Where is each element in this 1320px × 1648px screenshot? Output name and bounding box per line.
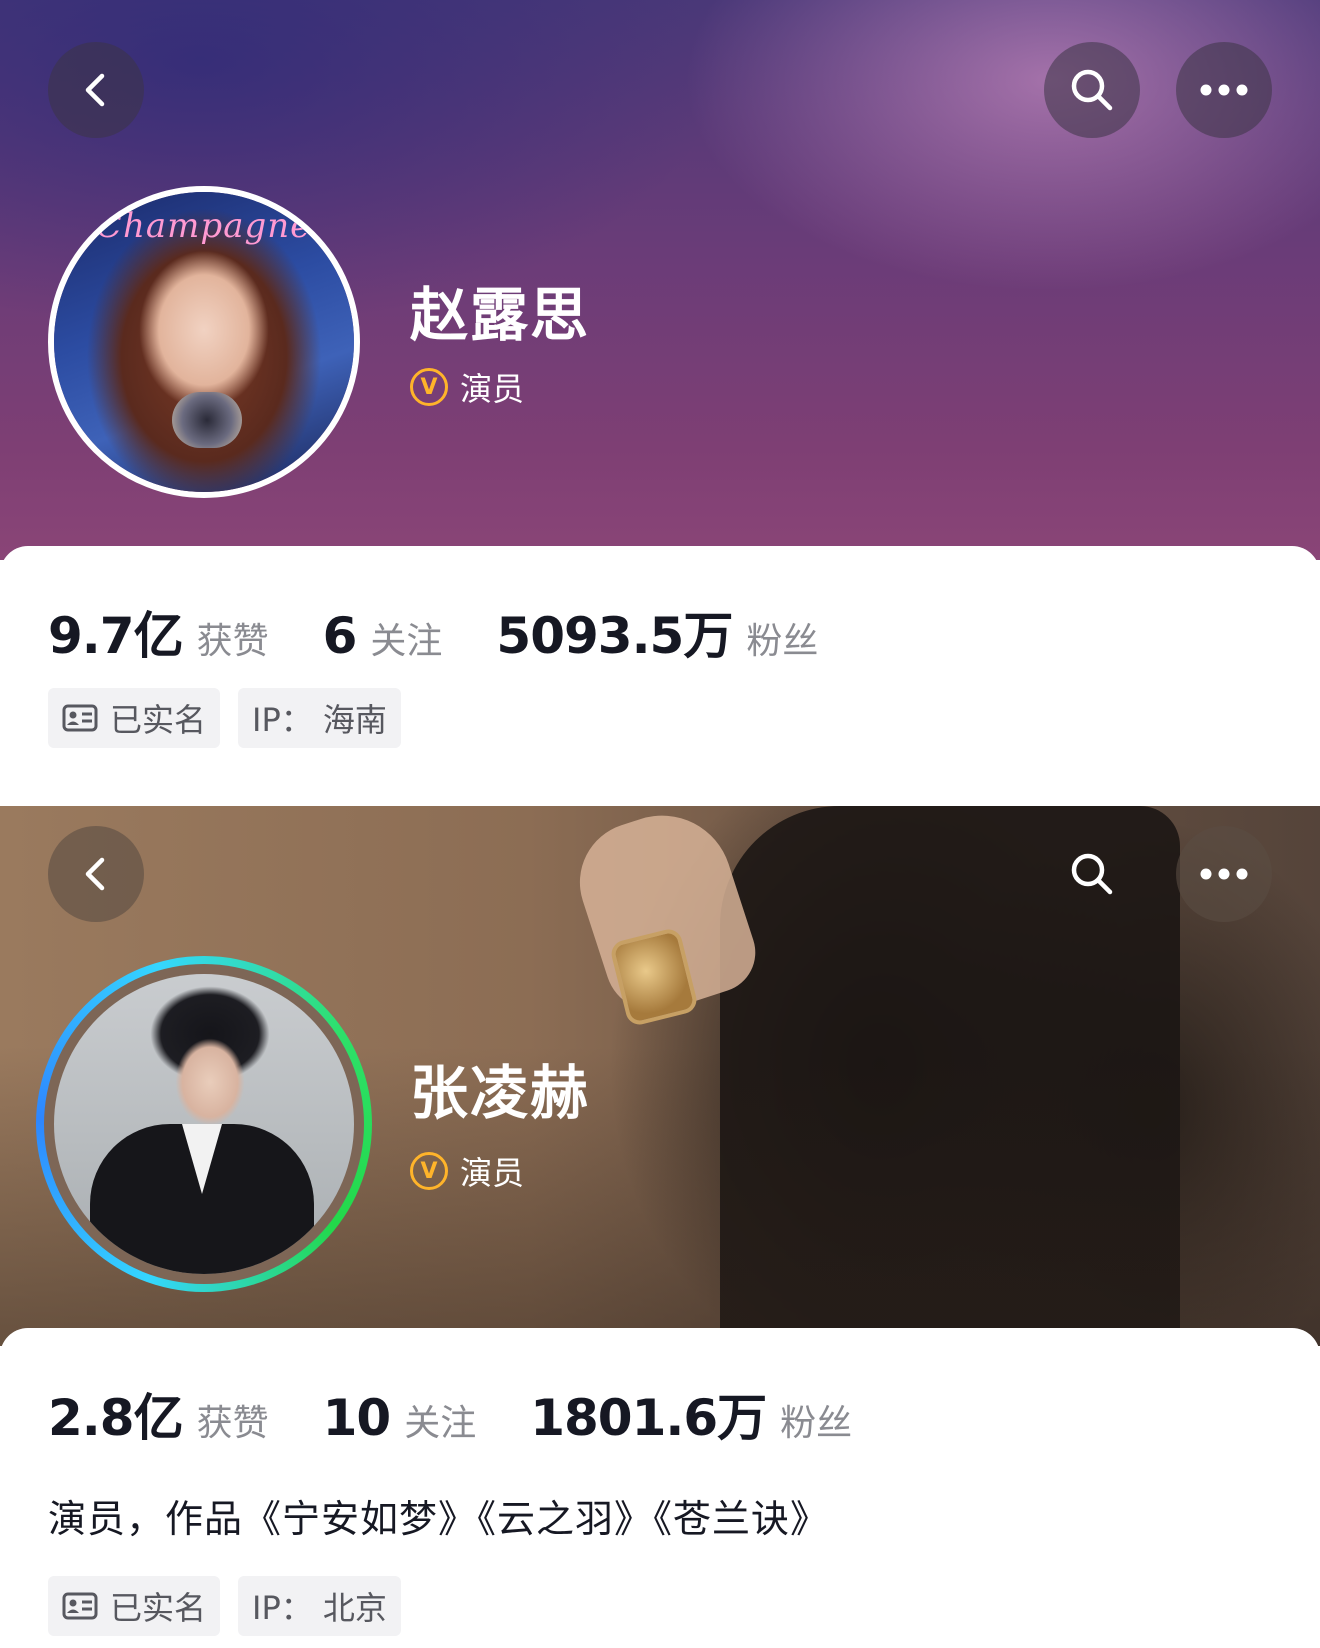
profile-info-card: 9.7亿 获赞 6 关注 5093.5万 粉丝 已实名 IP： 海南 [0,546,1320,806]
profile-name: 赵露思 [410,281,591,349]
verified-badge-icon: V [410,368,448,406]
stat-label: 粉丝 [746,621,819,662]
avatar-ring-gap [44,964,364,1284]
search-button[interactable] [1044,42,1140,138]
stat-label: 关注 [370,621,443,662]
stats-row: 2.8亿 获赞 10 关注 1801.6万 粉丝 [48,1378,906,1450]
id-card-icon [62,1592,98,1620]
avatar-heart-shape [172,392,242,448]
back-icon [85,857,105,891]
avatar[interactable]: Champagne [48,186,360,498]
tag-verified-identity[interactable]: 已实名 [48,1576,221,1636]
tag-label: 已实名 [110,701,207,739]
profile-info-card: 2.8亿 获赞 10 关注 1801.6万 粉丝 演员，作品《宁安如梦》《云之羽… [0,1328,1320,1648]
stat-likes[interactable]: 9.7亿 获赞 [48,596,269,668]
verified-label: 演员 [460,1154,525,1192]
stat-value: 9.7亿 [48,607,184,665]
back-icon [85,73,105,107]
more-button[interactable] [1176,42,1272,138]
more-icon [1200,868,1248,880]
profile-name: 张凌赫 [410,1059,591,1127]
search-icon [1071,853,1113,895]
more-button[interactable] [1176,826,1272,922]
tag-verified-identity[interactable]: 已实名 [48,688,221,748]
more-icon [1200,84,1248,96]
avatar-image [54,974,354,1274]
stat-value: 6 [322,607,358,665]
tag-label: 已实名 [110,1589,207,1627]
verification: V 演员 [410,364,524,410]
tag-ip-location[interactable]: IP： 北京 [238,1576,401,1636]
stat-likes[interactable]: 2.8亿 获赞 [48,1378,269,1450]
tag-label: IP： 海南 [252,701,387,739]
stat-following[interactable]: 6 关注 [323,607,443,665]
tags-row: 已实名 IP： 海南 [48,688,401,748]
profile-bio: 演员，作品《宁安如梦》《云之羽》《苍兰诀》 [48,1497,830,1541]
stat-label: 粉丝 [780,1403,853,1444]
tag-label: IP： 北京 [252,1589,387,1627]
live-avatar-ring[interactable] [36,956,372,1292]
verified-badge-icon: V [410,1152,448,1190]
stat-value: 5093.5万 [496,607,733,665]
search-button[interactable] [1044,826,1140,922]
id-card-icon [62,704,98,732]
profile-header-2: 张凌赫 V 演员 2.8亿 获赞 10 关注 1801.6万 粉丝 演员，作品《… [0,806,1320,1648]
back-button[interactable] [48,826,144,922]
stat-label: 获赞 [196,621,269,662]
stat-value: 1801.6万 [530,1389,767,1447]
stat-followers[interactable]: 5093.5万 粉丝 [496,596,818,668]
stat-value: 2.8亿 [48,1389,184,1447]
stat-label: 获赞 [196,1403,269,1444]
profile-header-1: Champagne 赵露思 V 演员 9.7亿 获赞 6 关注 5093.5万 … [0,0,1320,806]
tags-row: 已实名 IP： 北京 [48,1576,401,1636]
verified-label: 演员 [460,370,525,408]
search-icon [1071,69,1113,111]
stats-row: 9.7亿 获赞 6 关注 5093.5万 粉丝 [48,596,872,668]
stat-label: 关注 [404,1403,477,1444]
tag-ip-location[interactable]: IP： 海南 [238,688,401,748]
stat-value: 10 [322,1389,392,1447]
stat-following[interactable]: 10 关注 [323,1389,477,1447]
avatar-script-text: Champagne [96,206,312,246]
stat-followers[interactable]: 1801.6万 粉丝 [530,1378,852,1450]
back-button[interactable] [48,42,144,138]
verification: V 演员 [410,1148,524,1194]
